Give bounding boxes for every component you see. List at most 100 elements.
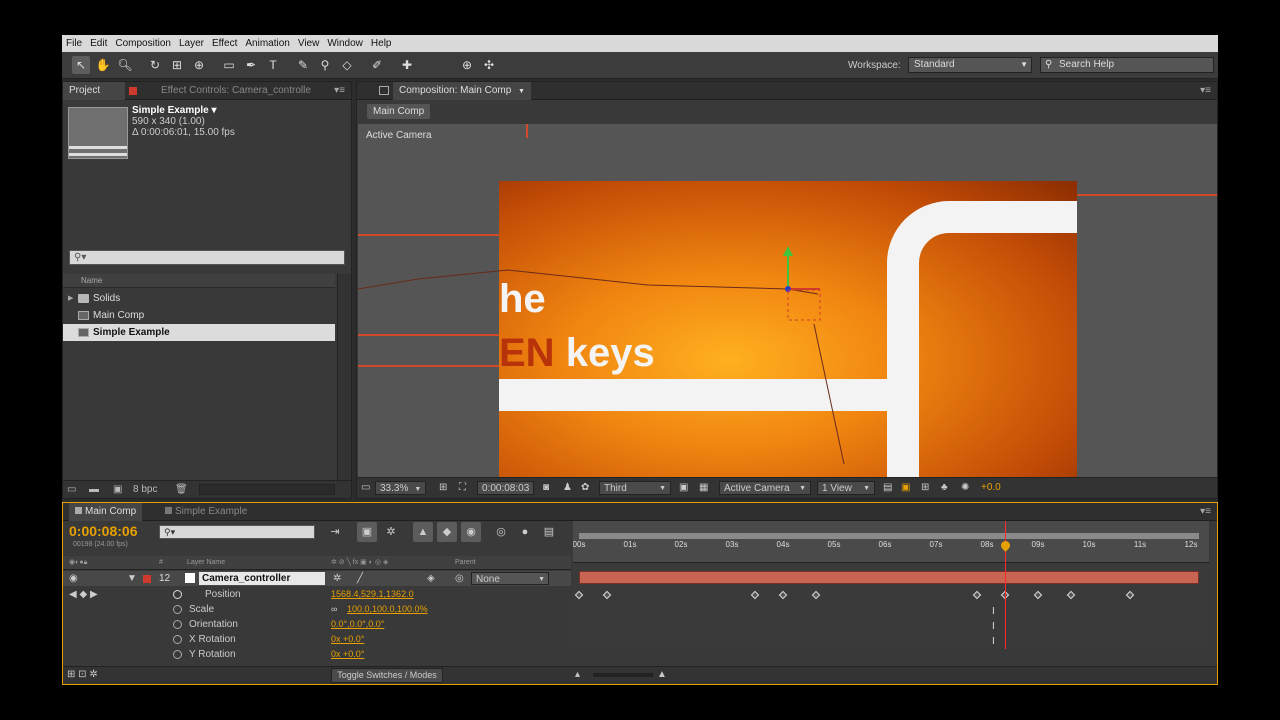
scale-value[interactable]: 100.0,100.0,100.0% bbox=[347, 602, 428, 617]
fast-draft-icon[interactable]: ▣ bbox=[901, 481, 910, 495]
bit-depth-button[interactable]: 8 bpc bbox=[133, 484, 157, 495]
text-tool-icon[interactable]: T bbox=[264, 56, 282, 74]
pickwhip-icon[interactable]: ◎ bbox=[455, 571, 464, 586]
eraser-tool-icon[interactable]: ◇ bbox=[338, 56, 356, 74]
timeline-layer-row[interactable]: ◉ ▼ 12 Camera_controller ✲ ╱ ◈ ◎ None ▼ bbox=[63, 571, 571, 586]
zoom-out-icon[interactable]: ▴ bbox=[575, 669, 580, 680]
camera-view-dropdown[interactable]: Active Camera ▼ bbox=[719, 481, 811, 495]
project-item-solids[interactable]: ▶ Solids bbox=[63, 290, 335, 307]
render-icon[interactable]: ▤ bbox=[539, 522, 559, 542]
zoom-tool-icon[interactable]: 🔍︎ bbox=[116, 56, 134, 74]
reset-exposure-icon[interactable]: ✺ bbox=[961, 481, 969, 495]
tab-simple-example[interactable]: Simple Example bbox=[159, 503, 253, 521]
menu-view[interactable]: View bbox=[298, 38, 320, 49]
y-rotation-value[interactable]: 0x +0.0° bbox=[331, 647, 364, 662]
tab-effect-controls[interactable]: Effect Controls: Camera_controlle bbox=[155, 82, 317, 100]
panel-menu-icon[interactable]: ▾≡ bbox=[334, 85, 345, 96]
brainstorm-icon[interactable]: ◉ bbox=[461, 522, 481, 542]
mask-visibility-icon[interactable]: ⛶ bbox=[459, 481, 466, 495]
motion-blur-icon[interactable]: ◆ bbox=[437, 522, 457, 542]
trash-icon[interactable]: 🗑︎ bbox=[175, 484, 188, 495]
zoom-slider[interactable] bbox=[593, 673, 653, 677]
stopwatch-icon[interactable] bbox=[173, 650, 182, 659]
menu-animation[interactable]: Animation bbox=[245, 38, 289, 49]
zoom-in-icon[interactable]: ▲ bbox=[657, 669, 667, 680]
composition-viewer[interactable]: Active Camera he EN keys bbox=[358, 124, 1217, 498]
toggle-switches-modes-button[interactable]: Toggle Switches / Modes bbox=[331, 668, 443, 683]
hand-tool-icon[interactable]: ✋ bbox=[94, 56, 112, 74]
parent-dropdown[interactable]: None ▼ bbox=[471, 572, 549, 585]
tab-composition[interactable]: Composition: Main Comp ▼ bbox=[393, 82, 531, 100]
interpret-footage-icon[interactable]: ▭ bbox=[67, 484, 76, 495]
workspace-dropdown[interactable]: Standard ▼ bbox=[908, 57, 1032, 73]
panel-menu-icon[interactable]: ▾≡ bbox=[1200, 85, 1211, 96]
menu-effect[interactable]: Effect bbox=[212, 38, 237, 49]
menu-file[interactable]: File bbox=[66, 38, 82, 49]
graph-editor-icon[interactable]: ● bbox=[515, 522, 535, 542]
layer-duration-bar[interactable] bbox=[579, 571, 1199, 584]
menu-window[interactable]: Window bbox=[327, 38, 363, 49]
property-row-scale[interactable]: Scale ∞ 100.0,100.0,100.0% bbox=[63, 602, 571, 617]
expand-triangle-icon[interactable]: ▶ bbox=[68, 290, 73, 307]
exposure-value[interactable]: +0.0 bbox=[981, 481, 1001, 495]
pen-tool-icon[interactable]: ✒ bbox=[242, 56, 260, 74]
project-scrollbar[interactable] bbox=[337, 274, 351, 498]
label-color-icon[interactable] bbox=[143, 575, 151, 583]
property-row-position[interactable]: ◀ ◆ ▶ Position 1568.4,529.1,1362.0 bbox=[63, 587, 571, 602]
time-ruler[interactable]: 00s 01s 02s 03s 04s 05s 06s 07s 08s 09s 10s 11s 12s bbox=[573, 521, 1209, 563]
puppet-pin-tool-icon[interactable]: ✚ bbox=[398, 56, 416, 74]
menu-help[interactable]: Help bbox=[371, 38, 392, 49]
selected-item-name[interactable]: Simple Example ▾ bbox=[132, 105, 235, 116]
orientation-value[interactable]: 0.0°,0.0°,0.0° bbox=[331, 617, 384, 632]
av-features-icon[interactable]: ◉◐●🔒︎ bbox=[69, 556, 87, 570]
timeline-current-time[interactable]: 0:00:08:06 bbox=[69, 523, 138, 539]
lock-icon[interactable] bbox=[379, 86, 389, 95]
new-comp-icon[interactable]: ▣ bbox=[113, 484, 122, 495]
property-row-orientation[interactable]: Orientation 0.0°,0.0°,0.0° bbox=[63, 617, 571, 632]
work-area-bar[interactable] bbox=[579, 533, 1199, 539]
fast-previews-icon[interactable]: ▣ bbox=[679, 481, 688, 495]
layer-name[interactable]: Camera_controller bbox=[199, 572, 325, 585]
expand-triangle-icon[interactable]: ▼ bbox=[127, 571, 137, 586]
rectangle-tool-icon[interactable]: ▭ bbox=[220, 56, 238, 74]
switches-column-icons[interactable]: ✲ ⊘ ╲ fx ▣ ◐ ◎ ◈ bbox=[331, 556, 388, 570]
keyframe-icon[interactable] bbox=[1066, 590, 1076, 600]
stopwatch-icon[interactable] bbox=[173, 635, 182, 644]
transparency-grid-icon[interactable]: ▦ bbox=[699, 481, 708, 495]
stopwatch-icon[interactable] bbox=[173, 590, 182, 599]
keyframe-icon[interactable] bbox=[972, 590, 982, 600]
col-layer-name[interactable]: Layer Name bbox=[187, 556, 225, 570]
keyframe-icon[interactable] bbox=[1125, 590, 1135, 600]
search-help-input[interactable]: ⚲ Search Help bbox=[1040, 57, 1214, 73]
menu-composition[interactable]: Composition bbox=[115, 38, 171, 49]
keyframe-icon[interactable] bbox=[750, 590, 760, 600]
project-item-simple-example[interactable]: Simple Example bbox=[63, 324, 335, 341]
timeline-search-input[interactable]: ⚲▾ bbox=[159, 525, 315, 539]
col-parent[interactable]: Parent bbox=[455, 556, 476, 570]
hide-shy-layers-icon[interactable]: ✲ bbox=[381, 522, 401, 542]
stopwatch-icon[interactable] bbox=[173, 620, 182, 629]
quality-switch-icon[interactable]: ╱ bbox=[357, 571, 363, 586]
3d-layer-icon[interactable]: ◈ bbox=[427, 571, 435, 586]
label-column-icon[interactable]: # bbox=[159, 556, 163, 570]
brush-tool-icon[interactable]: ✎ bbox=[294, 56, 312, 74]
world-axis-icon[interactable]: ✣ bbox=[480, 56, 498, 74]
camera-orbit-tool-icon[interactable]: ⊞ bbox=[168, 56, 186, 74]
show-snapshot-icon[interactable]: ♟ bbox=[563, 481, 572, 495]
project-column-name[interactable]: Name bbox=[63, 274, 335, 288]
resolution-dropdown[interactable]: Third ▼ bbox=[599, 481, 671, 495]
project-hscrollbar[interactable] bbox=[199, 484, 335, 495]
keyframe-icon[interactable] bbox=[1033, 590, 1043, 600]
current-time-display[interactable]: 0:00:08:03 bbox=[477, 481, 535, 495]
axis-mode-icon[interactable]: ⊕ bbox=[458, 56, 476, 74]
panel-menu-icon[interactable]: ▾≡ bbox=[1200, 506, 1211, 517]
clone-stamp-tool-icon[interactable]: ⚲ bbox=[316, 56, 334, 74]
timeline-graph-area[interactable]: 00s 01s 02s 03s 04s 05s 06s 07s 08s 09s 10s 11s 12s … bbox=[573, 521, 1209, 649]
draft-3d-icon[interactable]: ▣ bbox=[357, 522, 377, 542]
menu-edit[interactable]: Edit bbox=[90, 38, 107, 49]
timeline-footer-icons[interactable]: ⊞ ⊡ ✲ bbox=[67, 669, 98, 680]
composition-frame[interactable]: he EN keys bbox=[358, 181, 1077, 498]
snapshot-camera-icon[interactable]: ◙ bbox=[543, 481, 549, 495]
keyframe-icon[interactable] bbox=[811, 590, 821, 600]
roto-brush-tool-icon[interactable]: ✐ bbox=[368, 56, 386, 74]
